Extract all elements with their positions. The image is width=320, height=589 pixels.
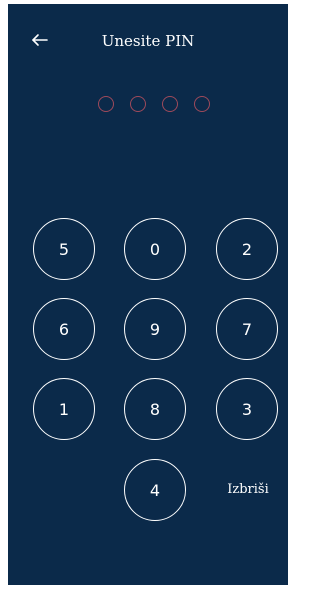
pin-entry-screen: Unesite PIN 5 0 2 6 9 7 1 8 3 4 Izbriši [8, 4, 288, 585]
pin-dot [98, 96, 114, 112]
key-button[interactable]: 7 [216, 298, 278, 360]
key-button[interactable]: 4 [124, 459, 186, 521]
pin-dot [162, 96, 178, 112]
pin-dot [130, 96, 146, 112]
key-button[interactable]: 6 [33, 298, 95, 360]
page-title: Unesite PIN [101, 32, 195, 50]
key-button[interactable]: 9 [124, 298, 186, 360]
pin-dot [194, 96, 210, 112]
key-button[interactable]: 2 [216, 218, 278, 280]
pin-indicator [96, 96, 216, 114]
key-button[interactable]: 8 [124, 378, 186, 440]
key-button[interactable]: 0 [124, 218, 186, 280]
delete-button[interactable]: Izbriši [220, 482, 276, 504]
key-button[interactable]: 3 [216, 378, 278, 440]
key-button[interactable]: 5 [33, 218, 95, 280]
key-button[interactable]: 1 [33, 378, 95, 440]
